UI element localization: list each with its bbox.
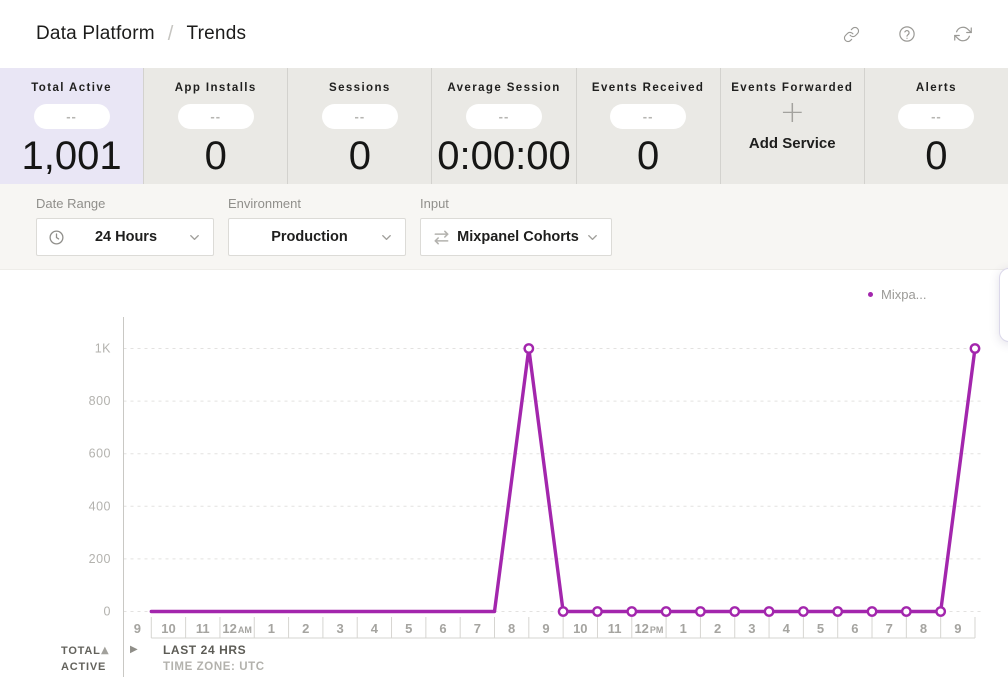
svg-text:11: 11: [196, 621, 210, 636]
header-actions: [843, 25, 972, 43]
stat-label: Sessions: [329, 82, 391, 94]
breadcrumb-separator-icon: /: [168, 23, 174, 46]
stats-row: Total Active -- 1,001 App Installs -- 0 …: [0, 68, 1008, 184]
stat-value: 0:00:00: [437, 135, 570, 177]
svg-text:11: 11: [608, 621, 622, 636]
filter-label: Environment: [228, 196, 406, 211]
stat-label: App Installs: [175, 82, 257, 94]
svg-text:3: 3: [336, 621, 343, 636]
environment-value: Production: [240, 229, 379, 245]
svg-text:2: 2: [302, 621, 309, 636]
chart-section: Mixpa... 1K80060040020009101112AM1234567…: [0, 270, 1008, 696]
stat-pill: --: [898, 104, 974, 129]
svg-text:4: 4: [783, 621, 791, 636]
svg-text:9: 9: [134, 621, 141, 636]
svg-text:12PM: 12PM: [634, 621, 663, 636]
chevron-down-icon: [379, 230, 394, 245]
breadcrumb-root[interactable]: Data Platform: [36, 23, 155, 45]
stat-pill: --: [610, 104, 686, 129]
stat-card-alerts[interactable]: Alerts -- 0: [865, 68, 1008, 184]
filter-label: Date Range: [36, 196, 214, 211]
stat-value: 1,001: [22, 135, 122, 177]
stat-card-events-forwarded[interactable]: Events Forwarded + Add Service: [721, 68, 865, 184]
stat-label: Total Active: [31, 82, 112, 94]
stat-value: 0: [925, 135, 947, 177]
stat-label: Events Received: [592, 82, 704, 94]
chevron-down-icon: [585, 230, 600, 245]
stat-pill: --: [466, 104, 542, 129]
sort-asc-icon[interactable]: ▲: [101, 645, 109, 656]
add-service-button[interactable]: Add Service: [749, 135, 836, 152]
page-header: Data Platform / Trends: [0, 0, 1008, 68]
refresh-icon: [954, 25, 972, 43]
svg-text:7: 7: [474, 621, 481, 636]
filter-label: Input: [420, 196, 612, 211]
link-icon: [843, 26, 860, 43]
stat-card-total-active[interactable]: Total Active -- 1,001: [0, 68, 144, 184]
breadcrumb: Data Platform / Trends: [36, 23, 246, 46]
stat-card-sessions[interactable]: Sessions -- 0: [288, 68, 432, 184]
chevron-down-icon: [187, 230, 202, 245]
stat-pill: --: [178, 104, 254, 129]
filter-bar: Date Range 24 Hours Environment Producti…: [0, 184, 1008, 270]
svg-text:2: 2: [714, 621, 721, 636]
svg-text:9: 9: [542, 621, 549, 636]
svg-text:400: 400: [89, 499, 111, 513]
stat-pill: --: [34, 104, 110, 129]
plus-icon: +: [780, 100, 805, 125]
svg-text:3: 3: [748, 621, 755, 636]
stat-label: Alerts: [916, 82, 957, 94]
svg-text:200: 200: [89, 552, 111, 566]
filter-group-date-range: Date Range 24 Hours: [36, 196, 214, 269]
filter-group-environment: Environment Production: [228, 196, 406, 269]
share-link-button[interactable]: [843, 26, 860, 43]
stat-value: 0: [205, 135, 227, 177]
footer-range-label: LAST 24 HRS: [163, 643, 246, 657]
input-value: Mixpanel Cohorts: [451, 229, 585, 245]
trends-page: Data Platform / Trends: [0, 0, 1008, 696]
stat-label: Average Session: [447, 82, 560, 94]
stat-card-average-session[interactable]: Average Session -- 0:00:00: [432, 68, 576, 184]
date-range-value: 24 Hours: [65, 229, 187, 245]
edge-panel-handle[interactable]: [999, 268, 1008, 342]
help-circle-icon: [898, 25, 916, 43]
svg-text:5: 5: [405, 621, 412, 636]
svg-text:0: 0: [104, 605, 111, 619]
svg-text:800: 800: [89, 394, 111, 408]
svg-text:9: 9: [954, 621, 961, 636]
stat-value: 0: [349, 135, 371, 177]
stat-label: Events Forwarded: [731, 82, 853, 94]
svg-text:6: 6: [851, 621, 858, 636]
footer-metric-label[interactable]: TOTAL ACTIVE: [61, 643, 106, 675]
stat-pill: --: [322, 104, 398, 129]
svg-text:10: 10: [161, 621, 175, 636]
svg-text:1: 1: [680, 621, 687, 636]
svg-text:4: 4: [371, 621, 379, 636]
refresh-button[interactable]: [954, 25, 972, 43]
breadcrumb-current: Trends: [187, 23, 247, 45]
stat-card-app-installs[interactable]: App Installs -- 0: [144, 68, 288, 184]
stat-value: 0: [637, 135, 659, 177]
trends-chart-svg: 1K 800 600 400 200 0 9 10 11 12AM 1 2 3 4 5 6 7 8 9 10 11 12P…: [0, 270, 1008, 696]
expand-row-icon[interactable]: ▶: [130, 644, 138, 655]
svg-text:1K: 1K: [95, 342, 111, 356]
input-dropdown[interactable]: Mixpanel Cohorts: [420, 218, 612, 256]
svg-text:600: 600: [89, 447, 111, 461]
svg-text:1: 1: [268, 621, 275, 636]
svg-text:8: 8: [920, 621, 927, 636]
filter-group-input: Input Mixpanel Cohorts: [420, 196, 612, 269]
date-range-dropdown[interactable]: 24 Hours: [36, 218, 214, 256]
svg-text:12AM: 12AM: [222, 621, 251, 636]
environment-dropdown[interactable]: Production: [228, 218, 406, 256]
help-button[interactable]: [898, 25, 916, 43]
clock-icon: [48, 229, 65, 246]
swap-arrows-icon: [432, 228, 451, 247]
svg-text:8: 8: [508, 621, 515, 636]
svg-text:5: 5: [817, 621, 824, 636]
footer-timezone-label: TIME ZONE: UTC: [163, 661, 265, 673]
svg-text:10: 10: [573, 621, 587, 636]
stat-card-events-received[interactable]: Events Received -- 0: [577, 68, 721, 184]
svg-text:6: 6: [439, 621, 446, 636]
svg-text:7: 7: [886, 621, 893, 636]
